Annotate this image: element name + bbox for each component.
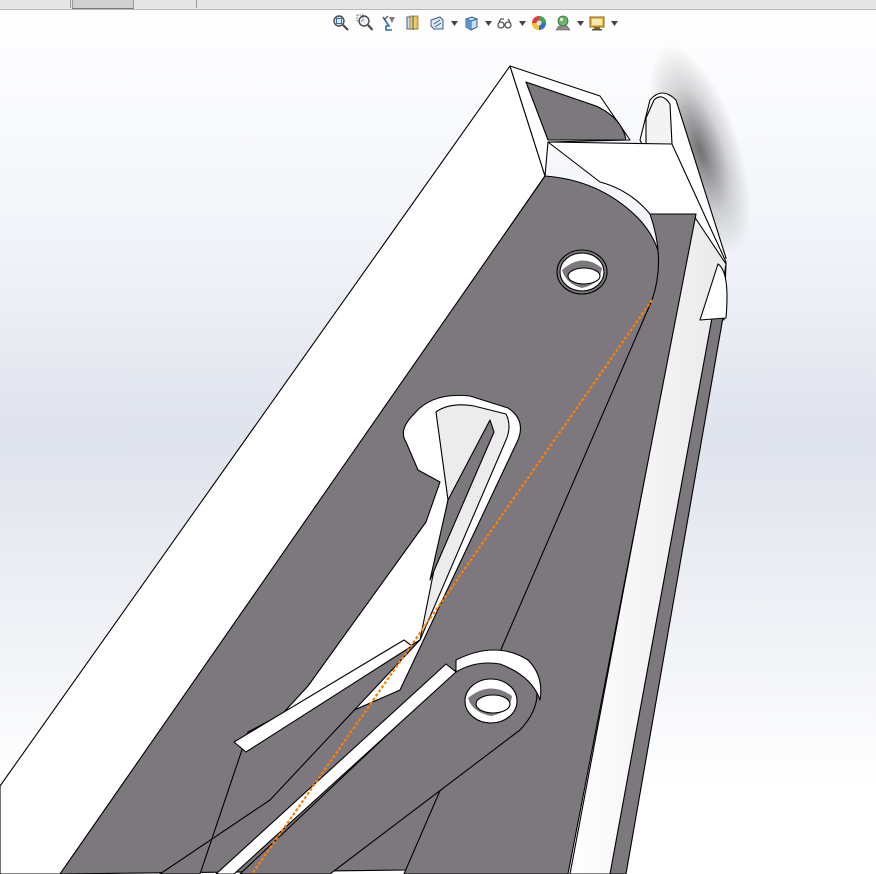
tab-divider: [70, 0, 71, 8]
pivot-hole-arm[interactable]: [464, 678, 518, 724]
document-tab-strip: [0, 0, 876, 10]
graphics-viewport[interactable]: [0, 10, 876, 874]
bracket-part[interactable]: [0, 65, 728, 874]
tab-divider: [196, 0, 197, 8]
pivot-hole-top[interactable]: [556, 249, 608, 295]
document-tab-active[interactable]: [72, 0, 134, 9]
